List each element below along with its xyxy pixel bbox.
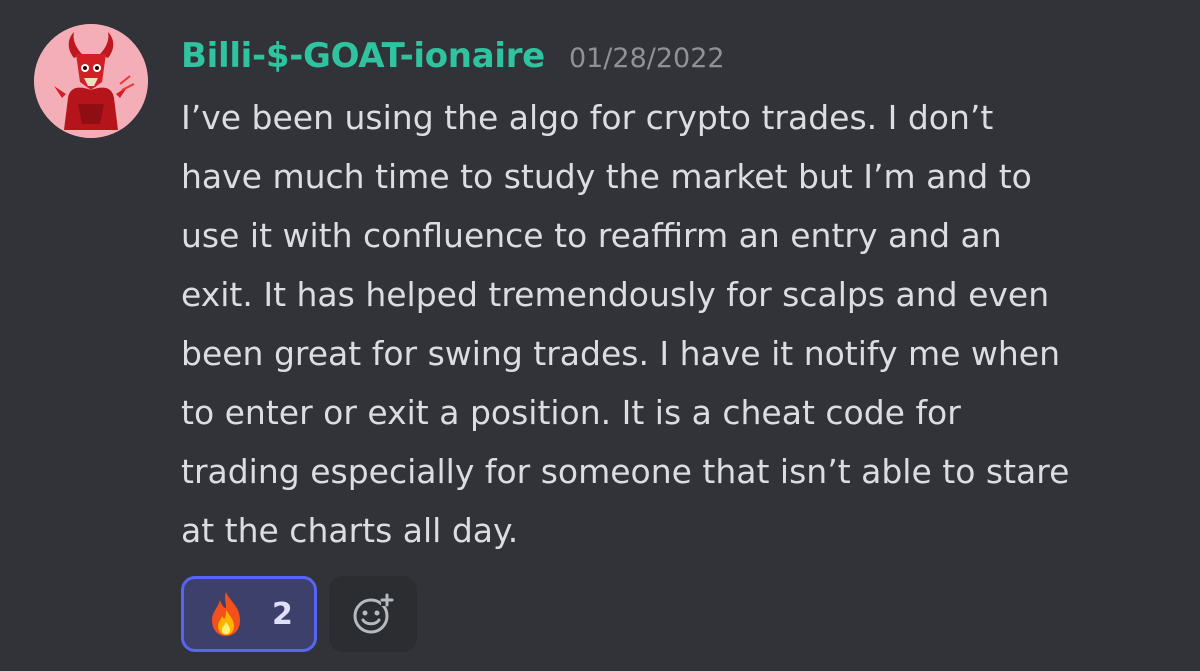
message-content: I’ve been using the algo for crypto trad…: [181, 88, 1181, 560]
message-line: use it with confluence to reaffirm an en…: [181, 216, 1002, 255]
message-line: I’ve been using the algo for crypto trad…: [181, 98, 994, 137]
reaction-count: 2: [272, 596, 293, 632]
message-line: at the charts all day.: [181, 511, 519, 550]
devil-goat-avatar-icon: [34, 24, 148, 138]
message-line: been great for swing trades. I have it n…: [181, 334, 1061, 373]
timestamp: 01/28/2022: [568, 43, 725, 74]
username[interactable]: Billi-$-GOAT-ionaire: [181, 36, 545, 76]
reactions-bar: 2: [181, 576, 417, 652]
avatar[interactable]: [34, 24, 148, 138]
chat-message: Billi-$-GOAT-ionaire 01/28/2022 I’ve bee…: [0, 0, 1200, 671]
reaction-fire-button[interactable]: 2: [181, 576, 317, 652]
message-header: Billi-$-GOAT-ionaire 01/28/2022: [181, 36, 725, 76]
message-line: trading especially for someone that isn’…: [181, 452, 1070, 491]
message-line: to enter or exit a position. It is a che…: [181, 393, 961, 432]
add-emoji-icon: [353, 593, 394, 634]
fire-icon: [206, 590, 246, 638]
add-reaction-button[interactable]: [329, 576, 417, 652]
message-line: have much time to study the market but I…: [181, 157, 1032, 196]
message-line: exit. It has helped tremendously for sca…: [181, 275, 1050, 314]
